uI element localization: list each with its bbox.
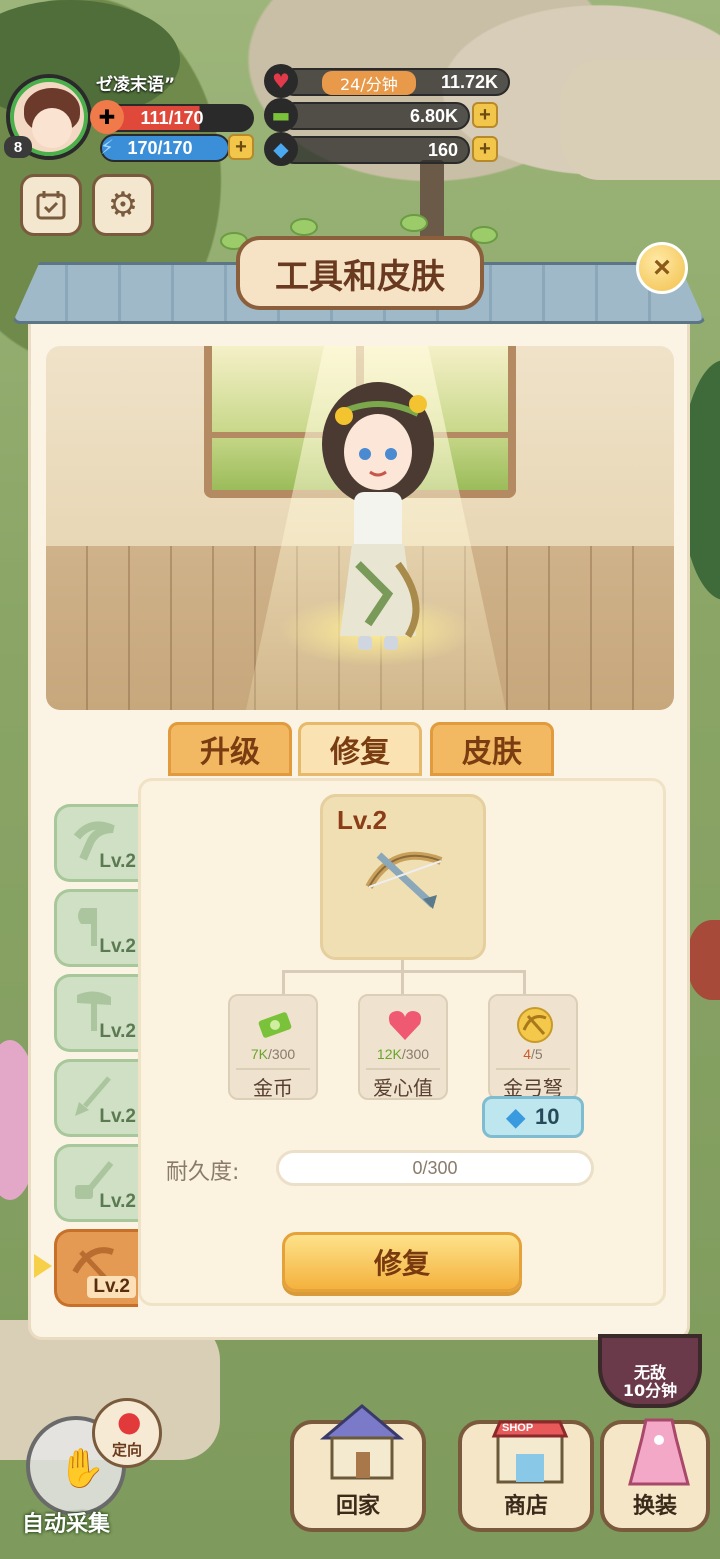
selected-tool-slot: Lv.2 — [320, 794, 486, 960]
connector-line — [523, 970, 526, 994]
player-level-badge: 8 — [4, 136, 32, 158]
requirement-coins: 7K/300 金币 — [228, 994, 318, 1100]
crossbow-icon — [365, 851, 443, 909]
add-money-button[interactable]: + — [472, 102, 498, 128]
tool-level: Lv.2 — [99, 936, 136, 957]
requirement-name: 金弓弩 — [496, 1068, 570, 1100]
tab-upgrade[interactable]: 升级 — [168, 722, 292, 776]
requirement-name: 爱心值 — [366, 1068, 440, 1100]
tool-level: Lv.2 — [99, 1021, 136, 1042]
close-icon: × — [653, 251, 671, 284]
shop-sign: SHOP — [502, 1422, 534, 1434]
repair-button[interactable]: 修复 — [282, 1232, 522, 1292]
gem-purchase-button[interactable]: ◆ 10 — [482, 1096, 584, 1138]
auto-collect-label: 自动采集 — [22, 1512, 111, 1537]
leaf-decoration — [290, 218, 318, 236]
character-avatar — [322, 382, 434, 650]
hearts-value: 11.72K — [440, 71, 498, 92]
tool-item-mallet[interactable]: Lv.2 — [54, 1144, 138, 1222]
add-energy-button[interactable]: + — [228, 134, 254, 160]
gems-value: 160 — [427, 139, 458, 160]
dress-up-label: 换装 — [632, 1494, 677, 1519]
requirement-have: 12K — [376, 1046, 402, 1062]
player-name: ゼ凌末语” — [96, 75, 176, 95]
settings-button[interactable]: ⚙ — [92, 174, 154, 236]
gear-icon: ⚙ — [107, 185, 139, 225]
tab-skin[interactable]: 皮肤 — [430, 722, 554, 776]
requirement-golden-crossbow: 4/5 金弓弩 — [488, 994, 578, 1100]
hp-icon: ✚ — [90, 100, 124, 134]
mushroom — [688, 920, 720, 1000]
durability-value: 0/300 — [412, 1157, 458, 1178]
cash-icon: ▬ — [264, 98, 298, 132]
tool-item-crossbow[interactable]: Lv.2 — [54, 1229, 138, 1307]
locate-label: 定向 — [111, 1441, 142, 1459]
tool-item-sickle[interactable]: Lv.2 — [54, 804, 138, 882]
hp-value: 111/170 — [140, 107, 204, 128]
diamond-icon: ◆ — [264, 132, 298, 166]
calendar-button[interactable] — [20, 174, 82, 236]
tool-level: Lv.2 — [87, 1276, 136, 1298]
heart-icon: ♥ — [264, 64, 298, 98]
home-label: 回家 — [335, 1494, 380, 1519]
shop-button[interactable]: SHOP 商店 — [458, 1420, 594, 1532]
location-pin-icon: ● — [117, 1405, 142, 1438]
dialog-title: 工具和皮肤 — [236, 236, 484, 310]
requirement-have: 7K — [250, 1046, 268, 1062]
diamond-icon: ◆ — [506, 1103, 525, 1131]
requirement-name: 金币 — [236, 1068, 310, 1100]
tab-repair[interactable]: 修复 — [298, 722, 422, 776]
requirement-need: /300 — [267, 1046, 296, 1062]
dress-up-button[interactable]: 换装 — [600, 1418, 710, 1532]
dress-icon — [628, 1418, 690, 1486]
tool-item-axe[interactable]: Lv.2 — [54, 889, 138, 967]
cash-icon — [258, 1012, 292, 1038]
tool-item-shovel[interactable]: Lv.2 — [54, 1059, 138, 1137]
connector-line — [282, 970, 526, 973]
selected-arrow-icon — [34, 1254, 52, 1278]
money-bar: 6.80K — [280, 102, 470, 130]
durability-label: 耐久度: — [166, 1160, 240, 1185]
calendar-icon — [36, 191, 66, 220]
golden-crossbow-coin-icon — [517, 1007, 553, 1043]
dirt-path — [560, 60, 720, 180]
connector-line — [282, 970, 285, 994]
tool-item-hammer[interactable]: Lv.2 — [54, 974, 138, 1052]
shop-label: 商店 — [503, 1494, 548, 1519]
close-button[interactable]: × — [636, 242, 688, 294]
gem-cost-value: 10 — [534, 1104, 560, 1129]
connector-line — [401, 970, 404, 994]
money-value: 6.80K — [409, 105, 458, 126]
durability-bar: 0/300 — [276, 1150, 594, 1186]
tool-level: Lv.2 — [99, 1191, 136, 1212]
lightning-icon: ⚡ — [99, 135, 115, 159]
gems-bar: 160 — [280, 136, 470, 164]
locate-button[interactable]: ● 定向 — [92, 1398, 162, 1468]
selected-tool-level: Lv.2 — [337, 805, 388, 835]
tool-level: Lv.2 — [99, 1106, 136, 1127]
character-showcase — [46, 346, 674, 710]
house-icon — [319, 1404, 405, 1480]
requirement-hearts: 12K/300 爱心值 — [358, 994, 448, 1100]
heart-icon — [388, 1011, 422, 1040]
hearts-rate: 24/分钟 — [322, 71, 416, 95]
energy-value: 170/170 — [127, 137, 193, 158]
requirement-need: /5 — [531, 1046, 543, 1062]
requirement-need: /300 — [401, 1046, 430, 1062]
invincible-label: 无敌 10分钟 — [622, 1363, 678, 1400]
add-gems-button[interactable]: + — [472, 136, 498, 162]
leaf-decoration — [400, 214, 428, 232]
home-button[interactable]: 回家 — [290, 1404, 426, 1532]
invincible-button[interactable]: 无敌 10分钟 — [598, 1334, 702, 1408]
tool-level: Lv.2 — [99, 851, 136, 872]
hearts-bar: 24/分钟 11.72K — [280, 68, 510, 96]
requirement-have: 4 — [523, 1046, 532, 1062]
